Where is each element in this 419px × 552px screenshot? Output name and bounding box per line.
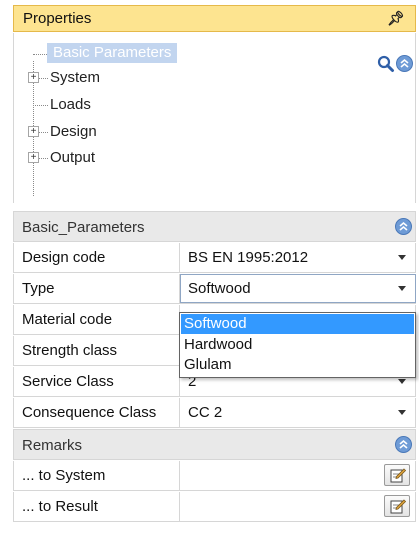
chevron-down-icon[interactable] xyxy=(398,410,406,415)
property-name: Consequence Class xyxy=(22,404,157,421)
property-value[interactable]: BS EN 1995:2012 xyxy=(188,249,308,266)
property-value[interactable]: CC 2 xyxy=(188,404,222,421)
property-row-type[interactable]: Type Softwood xyxy=(13,274,416,304)
panel-title: Properties xyxy=(23,10,92,27)
tree-item-label: Output xyxy=(50,149,96,166)
chevron-down-icon[interactable] xyxy=(398,379,406,384)
property-name: Material code xyxy=(22,311,113,328)
edit-remark-button[interactable] xyxy=(384,464,410,486)
collapse-up-icon[interactable] xyxy=(396,55,413,72)
remark-row-to-system[interactable]: ... to System xyxy=(13,461,416,491)
collapse-up-icon[interactable] xyxy=(395,218,412,235)
property-name: Design code xyxy=(22,249,106,266)
expand-icon[interactable]: + xyxy=(28,126,39,137)
properties-panel: Properties 📌︎ Basic Parameters + System … xyxy=(13,0,419,552)
tree-item-label: System xyxy=(50,69,101,86)
expand-icon[interactable]: + xyxy=(28,72,39,83)
pin-icon[interactable]: 📌︎ xyxy=(387,10,405,27)
property-name: ... to Result xyxy=(22,498,98,515)
section-header-basic-parameters[interactable]: Basic_Parameters xyxy=(13,211,416,242)
property-name: Type xyxy=(22,280,55,297)
tree-item-label: Loads xyxy=(50,96,91,113)
tree-item-label: Design xyxy=(50,123,97,140)
dropdown-option-softwood[interactable]: Softwood xyxy=(181,314,414,334)
section-title: Remarks xyxy=(22,437,83,454)
section-header-remarks[interactable]: Remarks xyxy=(13,429,416,460)
collapse-up-icon[interactable] xyxy=(395,436,412,453)
property-name: Service Class xyxy=(22,373,114,390)
tree-view: Basic Parameters + System Loads + Design… xyxy=(13,33,416,203)
chevron-down-icon[interactable] xyxy=(398,286,406,291)
search-icon[interactable] xyxy=(377,55,395,73)
type-dropdown-list: Softwood Hardwood Glulam xyxy=(179,312,416,378)
property-name: Strength class xyxy=(22,342,118,359)
dropdown-option-hardwood[interactable]: Hardwood xyxy=(181,335,414,355)
property-row-design-code[interactable]: Design code BS EN 1995:2012 xyxy=(13,243,416,273)
property-value[interactable]: Softwood xyxy=(188,280,251,297)
property-row-consequence-class[interactable]: Consequence Class CC 2 xyxy=(13,398,416,428)
chevron-down-icon[interactable] xyxy=(398,255,406,260)
dropdown-option-glulam[interactable]: Glulam xyxy=(181,355,414,375)
expand-icon[interactable]: + xyxy=(28,152,39,163)
property-name: ... to System xyxy=(22,467,106,484)
panel-titlebar: Properties 📌︎ xyxy=(13,5,416,32)
section-title: Basic_Parameters xyxy=(22,219,145,236)
edit-remark-button[interactable] xyxy=(384,495,410,517)
remark-row-to-result[interactable]: ... to Result xyxy=(13,492,416,522)
tree-item-label: Basic Parameters xyxy=(47,43,178,63)
